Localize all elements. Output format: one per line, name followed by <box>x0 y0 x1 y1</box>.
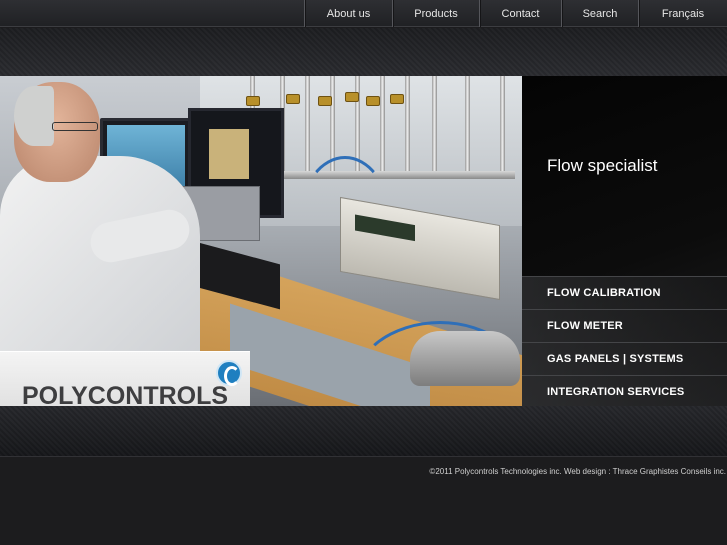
product-menu: FLOW CALIBRATION FLOW METER GAS PANELS |… <box>522 276 727 408</box>
footer: ©2011 Polycontrols Technologies inc. Web… <box>0 456 727 545</box>
nav-contact[interactable]: Contact <box>479 0 561 27</box>
gas-pipe <box>305 76 310 176</box>
decorative-band-bottom <box>0 406 727 456</box>
blue-cable <box>300 156 390 276</box>
gas-pipe <box>380 76 385 176</box>
gas-pipe <box>405 76 410 176</box>
gas-pipe <box>432 76 437 176</box>
menu-flow-calibration[interactable]: FLOW CALIBRATION <box>522 276 727 309</box>
nav-about-us[interactable]: About us <box>304 0 392 27</box>
brass-valve <box>366 96 380 106</box>
brass-valve <box>390 94 404 104</box>
menu-integration-services[interactable]: INTEGRATION SERVICES <box>522 375 727 408</box>
glasses <box>52 122 98 131</box>
main-nav: About us Products Contact Search Françai… <box>304 0 727 27</box>
menu-gas-panels-systems[interactable]: GAS PANELS | SYSTEMS <box>522 342 727 375</box>
decorative-band-top <box>0 28 727 76</box>
top-navigation-bar: About us Products Contact Search Françai… <box>0 0 727 27</box>
pipe-elbow <box>410 331 520 386</box>
brass-valve <box>246 96 260 106</box>
brass-valve <box>345 92 359 102</box>
nav-products[interactable]: Products <box>392 0 479 27</box>
brass-valve <box>318 96 332 106</box>
technician-hair <box>14 86 54 146</box>
gas-pipe <box>465 76 470 176</box>
nav-francais[interactable]: Français <box>638 0 727 27</box>
tagline: Flow specialist <box>547 156 658 175</box>
copyright-text: ©2011 Polycontrols Technologies inc. Web… <box>429 467 726 476</box>
menu-flow-meter[interactable]: FLOW METER <box>522 309 727 342</box>
nav-search[interactable]: Search <box>561 0 638 27</box>
gas-pipe <box>500 76 505 176</box>
brass-valve <box>286 94 300 104</box>
side-panel: Flow specialist FLOW CALIBRATION FLOW ME… <box>522 76 727 408</box>
